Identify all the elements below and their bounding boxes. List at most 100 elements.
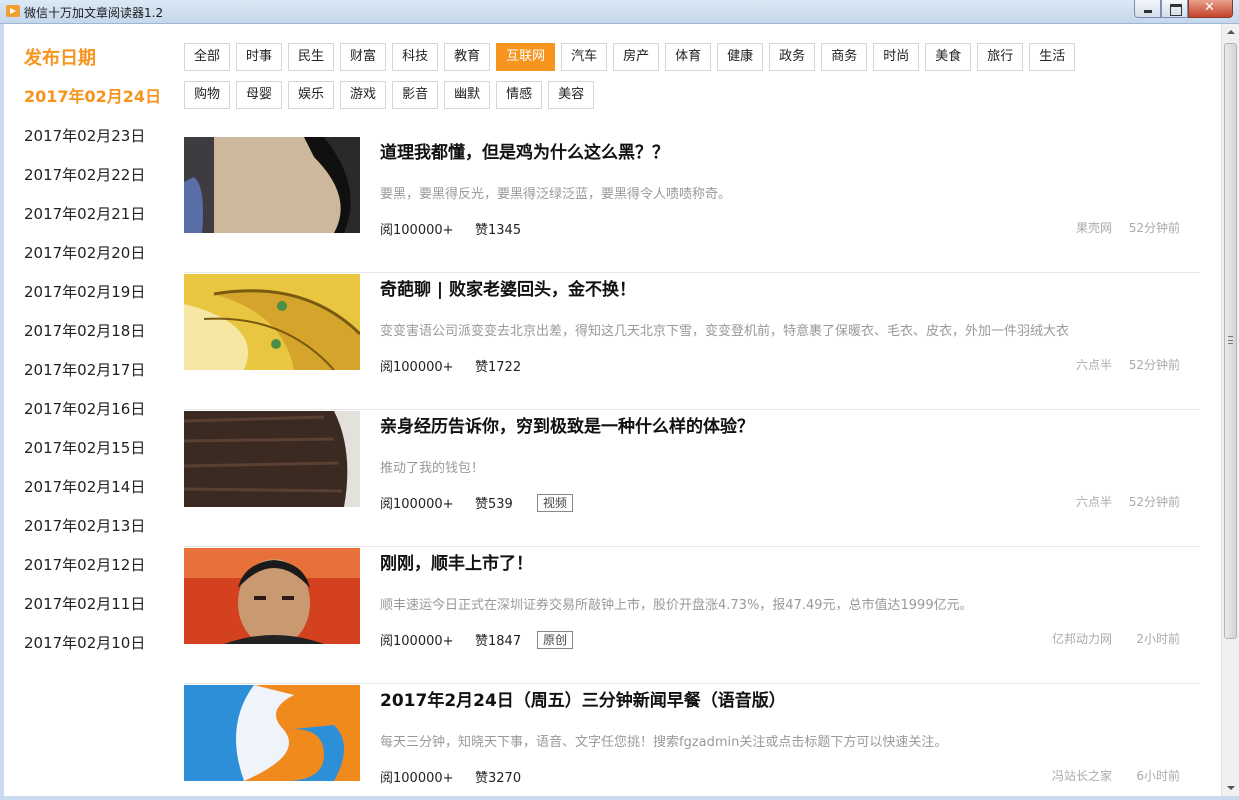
article-title[interactable]: 奇葩聊 | 败家老婆回头，金不换！ xyxy=(380,275,636,300)
date-item[interactable]: 2017年02月17日 xyxy=(24,359,161,398)
category-tab[interactable]: 教育 xyxy=(444,43,491,71)
article-item[interactable]: 2017年2月24日（周五）三分钟新闻早餐（语音版） 每天三分钟，知晓天下事，语… xyxy=(184,684,1200,800)
read-count: 阅100000+ xyxy=(380,497,454,512)
date-item[interactable]: 2017年02月23日 xyxy=(24,125,161,164)
article-time: 52分钟前 xyxy=(1128,221,1180,235)
article-time: 6小时前 xyxy=(1136,769,1180,783)
read-count: 阅100000+ xyxy=(380,223,454,238)
app-icon xyxy=(6,5,20,17)
category-tab[interactable]: 全部 xyxy=(184,43,231,71)
category-tab[interactable]: 影音 xyxy=(392,81,439,109)
like-count: 赞539 xyxy=(475,497,513,512)
minimize-button[interactable] xyxy=(1134,0,1161,18)
category-tab[interactable]: 房产 xyxy=(613,43,660,71)
article-time: 52分钟前 xyxy=(1128,495,1180,509)
date-item[interactable]: 2017年02月24日 xyxy=(24,86,161,125)
category-tab[interactable]: 情感 xyxy=(496,81,543,109)
category-tab[interactable]: 汽车 xyxy=(561,43,608,71)
scroll-up-icon[interactable] xyxy=(1222,24,1239,41)
date-list: 2017年02月24日 2017年02月23日 2017年02月22日 2017… xyxy=(24,86,161,671)
article-title[interactable]: 道理我都懂，但是鸡为什么这么黑？？ xyxy=(380,138,669,163)
article-meta: 阅100000+ 赞1847 原创 xyxy=(380,630,574,649)
category-tab[interactable]: 游戏 xyxy=(340,81,387,109)
category-tab[interactable]: 美容 xyxy=(548,81,595,109)
category-tab[interactable]: 美食 xyxy=(925,43,972,71)
date-item[interactable]: 2017年02月20日 xyxy=(24,242,161,281)
article-thumbnail[interactable] xyxy=(184,685,360,781)
date-item[interactable]: 2017年02月13日 xyxy=(24,515,161,554)
category-tab[interactable]: 体育 xyxy=(665,43,712,71)
category-tab[interactable]: 民生 xyxy=(288,43,335,71)
date-item[interactable]: 2017年02月15日 xyxy=(24,437,161,476)
category-tab[interactable]: 政务 xyxy=(769,43,816,71)
date-item[interactable]: 2017年02月14日 xyxy=(24,476,161,515)
window-title: 微信十万加文章阅读器1.2 xyxy=(24,6,164,20)
category-tab[interactable]: 时尚 xyxy=(873,43,920,71)
category-row: 全部 时事 民生 财富 科技 教育 互联网 汽车 房产 体育 健康 政务 商务 … xyxy=(184,43,1184,71)
article-title[interactable]: 2017年2月24日（周五）三分钟新闻早餐（语音版） xyxy=(380,686,786,711)
category-bar: 全部 时事 民生 财富 科技 教育 互联网 汽车 房产 体育 健康 政务 商务 … xyxy=(184,43,1184,119)
article-thumbnail[interactable] xyxy=(184,137,360,233)
article-meta: 阅100000+ 赞539 视频 xyxy=(380,493,574,512)
date-item[interactable]: 2017年02月11日 xyxy=(24,593,161,632)
date-item[interactable]: 2017年02月18日 xyxy=(24,320,161,359)
category-tab[interactable]: 生活 xyxy=(1029,43,1076,71)
article-thumbnail[interactable] xyxy=(184,411,360,507)
article-time: 2小时前 xyxy=(1136,632,1180,646)
category-tab[interactable]: 财富 xyxy=(340,43,387,71)
category-tab[interactable]: 娱乐 xyxy=(288,81,335,109)
date-sidebar: 发布日期 2017年02月24日 2017年02月23日 2017年02月22日… xyxy=(4,24,174,796)
maximize-button[interactable] xyxy=(1161,0,1188,18)
date-item[interactable]: 2017年02月19日 xyxy=(24,281,161,320)
category-tab[interactable]: 健康 xyxy=(717,43,764,71)
category-tab[interactable]: 时事 xyxy=(236,43,283,71)
read-count: 阅100000+ xyxy=(380,634,454,649)
scrollbar-thumb[interactable] xyxy=(1224,43,1237,639)
like-count: 赞1847 xyxy=(475,634,522,649)
category-tab[interactable]: 互联网 xyxy=(496,43,556,71)
article-title[interactable]: 亲身经历告诉你，穷到极致是一种什么样的体验？ xyxy=(380,412,754,437)
article-thumbnail[interactable] xyxy=(184,274,360,370)
category-row: 购物 母婴 娱乐 游戏 影音 幽默 情感 美容 xyxy=(184,81,1184,109)
article-item[interactable]: 道理我都懂，但是鸡为什么这么黑？？ 要黑，要黑得反光，要黑得泛绿泛蓝，要黑得令人… xyxy=(184,136,1200,273)
article-summary: 推动了我的钱包！ xyxy=(380,461,485,476)
category-tab[interactable]: 商务 xyxy=(821,43,868,71)
close-button[interactable] xyxy=(1188,0,1233,18)
article-source: 冯站长之家 xyxy=(1051,769,1112,783)
article-item[interactable]: 刚刚，顺丰上市了！ 顺丰速运今日正式在深圳证券交易所敲钟上市，股价开盘涨4.73… xyxy=(184,547,1200,684)
article-source: 六点半 xyxy=(1075,495,1112,509)
article-title[interactable]: 刚刚，顺丰上市了！ xyxy=(380,549,533,574)
date-item[interactable]: 2017年02月10日 xyxy=(24,632,161,671)
article-thumbnail[interactable] xyxy=(184,548,360,644)
vertical-scrollbar[interactable] xyxy=(1221,24,1239,796)
title-bar: 微信十万加文章阅读器1.2 xyxy=(0,0,1239,24)
article-source: 六点半 xyxy=(1075,358,1112,372)
grip-icon xyxy=(1228,336,1233,344)
date-item[interactable]: 2017年02月16日 xyxy=(24,398,161,437)
date-item[interactable]: 2017年02月12日 xyxy=(24,554,161,593)
original-tag: 原创 xyxy=(537,630,574,649)
article-summary: 每天三分钟，知晓天下事，语音、文字任您挑！搜索fgzadmin关注或点击标题下方… xyxy=(380,735,948,750)
scroll-down-icon[interactable] xyxy=(1222,779,1239,796)
article-item[interactable]: 亲身经历告诉你，穷到极致是一种什么样的体验？ 推动了我的钱包！ 阅100000+… xyxy=(184,410,1200,547)
category-tab[interactable]: 旅行 xyxy=(977,43,1024,71)
category-tab[interactable]: 幽默 xyxy=(444,81,491,109)
article-summary: 顺丰速运今日正式在深圳证券交易所敲钟上市，股价开盘涨4.73%，报47.49元，… xyxy=(380,598,973,613)
category-tab[interactable]: 科技 xyxy=(392,43,439,71)
date-item[interactable]: 2017年02月21日 xyxy=(24,203,161,242)
article-summary: 变变害语公司派变变去北京出差，得知这几天北京下雪，变变登机前，特意裹了保暖衣、毛… xyxy=(380,324,1070,339)
like-count: 赞1345 xyxy=(475,223,522,238)
article-item[interactable]: 奇葩聊 | 败家老婆回头，金不换！ 变变害语公司派变变去北京出差，得知这几天北京… xyxy=(184,273,1200,410)
sidebar-heading: 发布日期 xyxy=(24,48,96,69)
category-tab[interactable]: 母婴 xyxy=(236,81,283,109)
video-tag: 视频 xyxy=(537,493,574,512)
window-controls xyxy=(1134,0,1233,18)
article-source: 果壳网 xyxy=(1075,221,1112,235)
category-tab[interactable]: 购物 xyxy=(184,81,231,109)
date-item[interactable]: 2017年02月22日 xyxy=(24,164,161,203)
article-meta: 阅100000+ 赞1345 xyxy=(380,219,537,238)
article-summary: 要黑，要黑得反光，要黑得泛绿泛蓝，要黑得令人啧啧称奇。 xyxy=(380,187,732,202)
article-meta: 阅100000+ 赞1722 xyxy=(380,356,537,375)
article-source: 亿邦动力网 xyxy=(1051,632,1112,646)
like-count: 赞1722 xyxy=(475,360,522,375)
